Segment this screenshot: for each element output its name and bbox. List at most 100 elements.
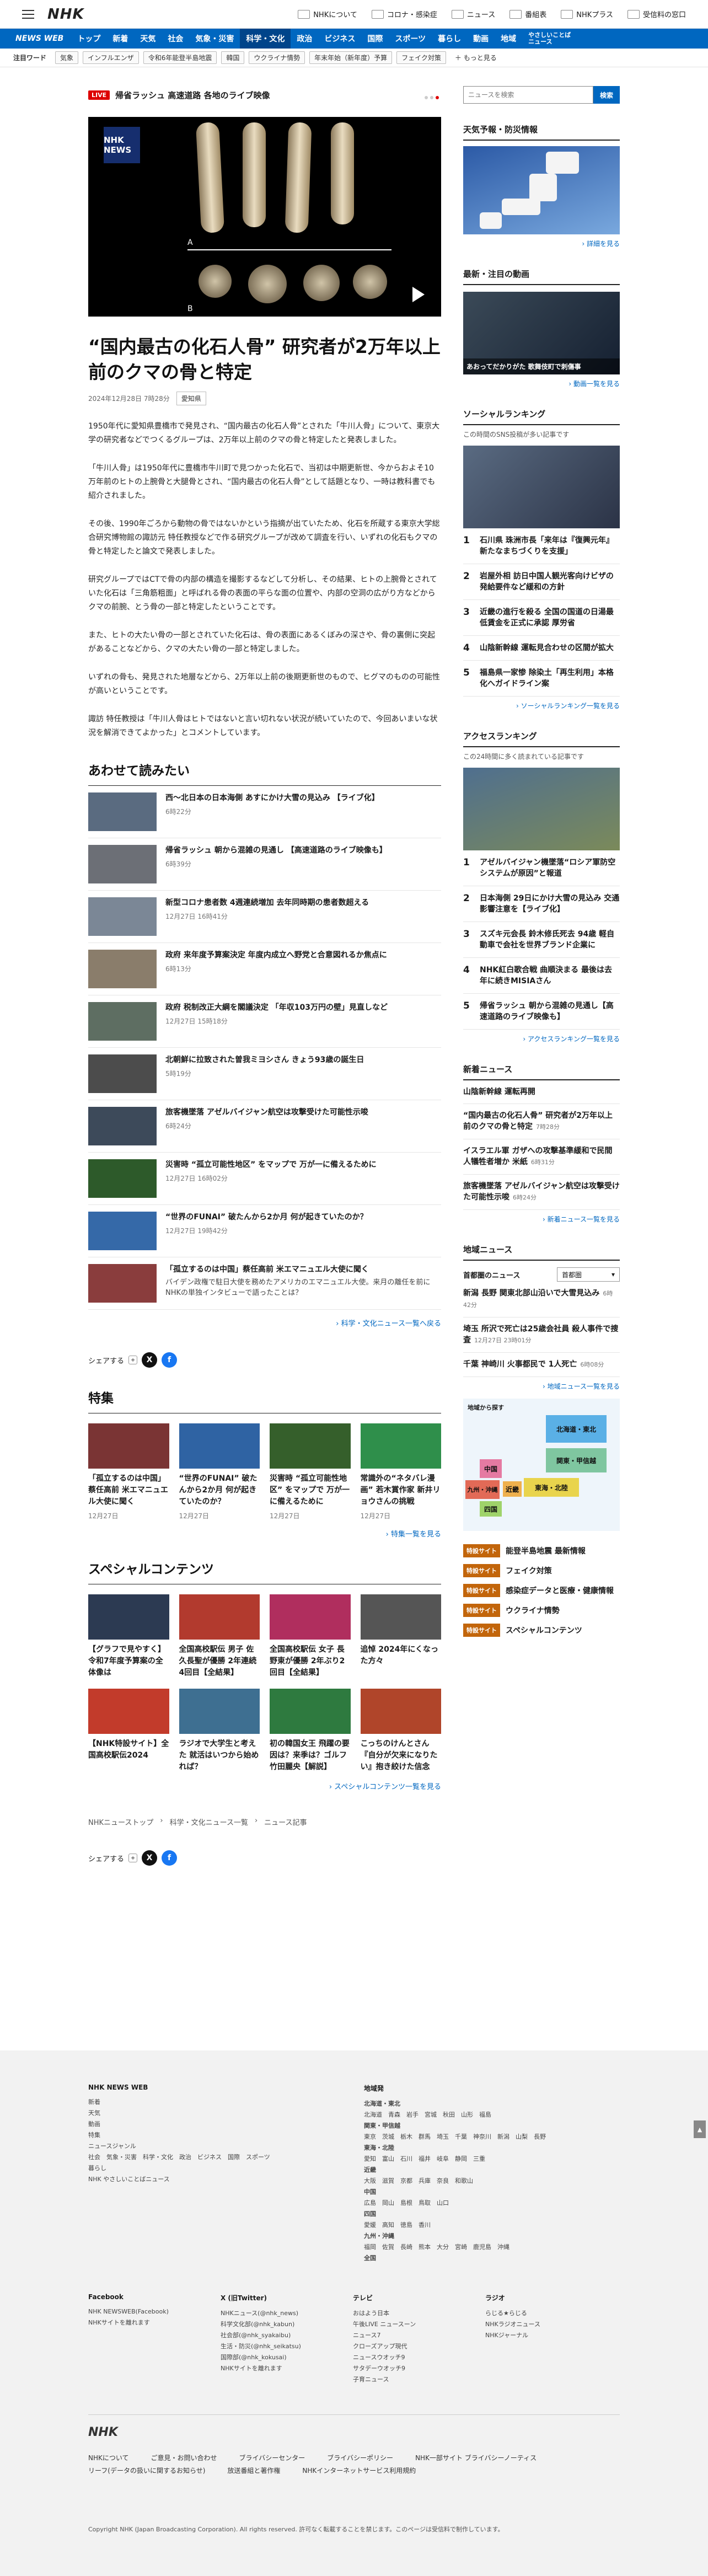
- footer-sns-link[interactable]: ニュース7: [353, 2330, 463, 2341]
- latest-more-link[interactable]: › 新着ニュース一覧を見る: [463, 1214, 620, 1224]
- related-item[interactable]: 北朝鮮に拉致された曽我ミヨシさん きょう93歳の誕生日 5時19分: [88, 1048, 441, 1100]
- footer-sns-link[interactable]: ニュースウオッチ9: [353, 2352, 463, 2363]
- header-link-covid[interactable]: コロナ・感染症: [371, 9, 437, 19]
- keyword-more-link[interactable]: ＋ もっと見る: [455, 53, 497, 62]
- footer-bottom-link[interactable]: NHK一部サイト ブライバシーノーティス: [415, 2453, 537, 2462]
- footer-link[interactable]: 特集: [88, 2130, 320, 2141]
- nav-business[interactable]: ビジネス: [318, 29, 361, 49]
- ranking-item[interactable]: 2 岩屋外相 訪日中国人観光客向けビザの発給要件など緩和の方針: [463, 564, 620, 600]
- related-item[interactable]: 帰省ラッシュ 朝から混雑の見通し 【高速道路のライブ映像も】 6時39分: [88, 838, 441, 891]
- footer-sns-link[interactable]: NHKジャーナル: [485, 2330, 596, 2341]
- footer-bottom-link[interactable]: ご意見・お問い合わせ: [151, 2453, 217, 2462]
- footer-region-link[interactable]: 中国: [364, 2187, 618, 2198]
- footer-region-link[interactable]: 九州・沖縄: [364, 2231, 618, 2242]
- footer-region-link[interactable]: 北海道 青森 岩手 宮城 秋田 山形 福島: [364, 2109, 618, 2120]
- facebook-icon[interactable]: f: [162, 1850, 178, 1866]
- video-thumbnail[interactable]: あおってだかりがた 歌舞伎町で刺傷事: [463, 292, 620, 374]
- footer-region-link[interactable]: 北海道・東北: [364, 2098, 618, 2109]
- header-link-news[interactable]: ニュース: [451, 9, 495, 19]
- footer-region-link[interactable]: 愛媛 高知 徳島 香川: [364, 2220, 618, 2231]
- nav-life[interactable]: 暮らし: [432, 29, 467, 49]
- ranking-item[interactable]: 3 近畿の進行を殺る 全国の国道の日湯最低賃金を正式に承認 厚労省: [463, 600, 620, 636]
- nav-disaster[interactable]: 気象・災害: [189, 29, 240, 49]
- special-site-link[interactable]: 特設サイト 能登半島地震 最新情報: [463, 1544, 620, 1557]
- special-card[interactable]: 追悼 2024年にくなった方々: [360, 1594, 441, 1679]
- special-card[interactable]: ラジオで大学生と考えた 就活はいつから始めれば？: [179, 1689, 260, 1773]
- live-banner[interactable]: LIVE 帰省ラッシュ 高速道路 各地のライブ映像: [88, 85, 441, 105]
- search-input[interactable]: [463, 86, 593, 104]
- breadcrumb-item[interactable]: NHKニューストップ: [88, 1817, 153, 1827]
- footer-link[interactable]: 天気: [88, 2108, 320, 2119]
- region-kanto[interactable]: 関東・甲信越: [546, 1448, 607, 1472]
- footer-sns-link[interactable]: 午後LIVE ニュースーン: [353, 2319, 463, 2330]
- hero-video[interactable]: NHK NEWS A B: [88, 117, 441, 317]
- special-site-link[interactable]: 特設サイト スペシャルコンテンツ: [463, 1624, 620, 1637]
- nav-new[interactable]: 新着: [106, 29, 134, 49]
- footer-region-link[interactable]: 愛知 富山 石川 福井 岐阜 静岡 三重: [364, 2154, 618, 2165]
- nav-politics[interactable]: 政治: [291, 29, 318, 49]
- keyword-item[interactable]: 気象: [55, 51, 79, 64]
- keyword-item[interactable]: インフルエンザ: [83, 51, 139, 64]
- related-item[interactable]: 旅客機墜落 アゼルバイジャン航空は攻撃受けた可能性示唆 6時24分: [88, 1100, 441, 1153]
- special-card[interactable]: 初の韓国女王 飛躍の要因は？来季は？ゴルフ 竹田麗央【解説】: [270, 1689, 351, 1773]
- weather-more-link[interactable]: › 詳細を見る: [463, 239, 620, 248]
- facebook-icon[interactable]: f: [162, 1352, 178, 1368]
- region-tohoku[interactable]: 北海道・東北: [546, 1415, 607, 1443]
- special-more-link[interactable]: › スペシャルコンテンツ一覧を見る: [88, 1781, 441, 1791]
- ranking-item[interactable]: 4 NHK紅白歌合戦 曲順決まる 最後は去年に続きMISIAさん: [463, 958, 620, 994]
- footer-region-link[interactable]: 広島 岡山 島根 鳥取 山口: [364, 2198, 618, 2209]
- region-kinki[interactable]: 近畿: [503, 1481, 522, 1497]
- nhk-logo[interactable]: NHK: [47, 6, 84, 23]
- article-category[interactable]: 愛知県: [176, 392, 206, 405]
- social-more-link[interactable]: › ソーシャルランキング一覧を見る: [463, 701, 620, 710]
- footer-sns-link[interactable]: NHKラジオニュース: [485, 2319, 596, 2330]
- header-link-plus[interactable]: NHKプラス: [561, 9, 613, 19]
- footer-link[interactable]: 動画: [88, 2119, 320, 2130]
- footer-region-link[interactable]: 東海・北陸: [364, 2143, 618, 2154]
- footer-sns-link[interactable]: サタデーウオッチ9: [353, 2363, 463, 2374]
- news-item[interactable]: 埼玉 所沢で死亡は25歳会社員 殺人事件で捜査 12月27日 23時01分: [463, 1318, 620, 1353]
- footer-sns-link[interactable]: NHKサイトを離れます: [221, 2363, 331, 2374]
- related-item[interactable]: 新型コロナ患者数 4週連続増加 去年同時期の患者数超える 12月27日 16時41…: [88, 891, 441, 943]
- play-icon[interactable]: [412, 287, 425, 302]
- related-item[interactable]: 西～北日本の日本海側 あすにかけ大雪の見込み 【ライブ化】 6時22分: [88, 786, 441, 838]
- ranking-item[interactable]: 1 石川県 珠洲市長「来年は『復興元年』新たなまちづくりを支援」: [463, 528, 620, 564]
- nav-easy-news[interactable]: やさしいことばニュース: [522, 29, 577, 49]
- tokushu-more-link[interactable]: › 特集一覧を見る: [88, 1528, 441, 1539]
- footer-bottom-link[interactable]: リーフ(データの扱いに関するお知らせ): [88, 2466, 205, 2475]
- footer-link[interactable]: 暮らし: [88, 2163, 320, 2174]
- news-item[interactable]: 千葉 神崎川 火事都民で 1人死亡 6時08分: [463, 1353, 620, 1377]
- footer-region-link[interactable]: 関東・甲信越: [364, 2120, 618, 2132]
- x-icon[interactable]: X: [142, 1850, 158, 1866]
- nav-society[interactable]: 社会: [162, 29, 189, 49]
- nav-world[interactable]: 国際: [361, 29, 389, 49]
- keyword-item[interactable]: フェイク対策: [396, 51, 446, 64]
- ranking-item[interactable]: 5 福島県一家惨 除染土「再生利用」本格化へガイドライン案: [463, 661, 620, 697]
- special-site-link[interactable]: 特設サイト ウクライナ情勢: [463, 1604, 620, 1617]
- tokushu-card[interactable]: 「孤立するのは中国」蔡任高前 米エマニュエル大使に聞く 12月27日: [88, 1423, 169, 1520]
- keyword-item[interactable]: ウクライナ情勢: [249, 51, 305, 64]
- footer-bottom-link[interactable]: NHKについて: [88, 2453, 129, 2462]
- footer-sns-link[interactable]: 生活・防災(@nhk_seikatsu): [221, 2341, 331, 2352]
- science-list-link[interactable]: › 科学・文化ニュース一覧へ戻る: [88, 1318, 441, 1328]
- share-more-icon[interactable]: +: [128, 1854, 138, 1862]
- footer-link[interactable]: 新着: [88, 2097, 320, 2108]
- nav-sports[interactable]: スポーツ: [389, 29, 432, 49]
- footer-sns-link[interactable]: おはよう日本: [353, 2308, 463, 2319]
- region-select[interactable]: 首都圏 ▾: [557, 1267, 620, 1282]
- footer-region-link[interactable]: 東京 茨城 栃木 群馬 埼玉 千葉 神奈川 新潟 山梨 長野: [364, 2132, 618, 2143]
- related-item[interactable]: “世界のFUNAI” 破たんから2か月 何が起きていたのか？ 12月27日 19時…: [88, 1205, 441, 1257]
- search-button[interactable]: 検索: [593, 86, 620, 104]
- ranking-item[interactable]: 2 日本海側 29日にかけ大雪の見込み 交通影響注意を【ライブ化】: [463, 886, 620, 922]
- footer-sns-link[interactable]: NHK NEWSWEB(Facebook): [88, 2306, 199, 2317]
- footer-sns-link[interactable]: NHKニュース(@nhk_news): [221, 2308, 331, 2319]
- scroll-top-button[interactable]: ▲: [694, 2120, 706, 2138]
- social-photo[interactable]: [463, 446, 620, 528]
- special-site-link[interactable]: 特設サイト 感染症データと医療・健康情報: [463, 1584, 620, 1597]
- footer-region-link[interactable]: 近畿: [364, 2165, 618, 2176]
- footer-sns-link[interactable]: 子育ニュース: [353, 2374, 463, 2385]
- breadcrumb-item[interactable]: 科学・文化ニュース一覧: [170, 1817, 248, 1827]
- related-item[interactable]: 政府 来年度予算案決定 年度内成立へ野党と合意図れるか焦点に 6時13分: [88, 943, 441, 995]
- footer-link[interactable]: NHK やさしいことばニュース: [88, 2174, 320, 2185]
- header-link-about[interactable]: NHKについて: [298, 9, 357, 19]
